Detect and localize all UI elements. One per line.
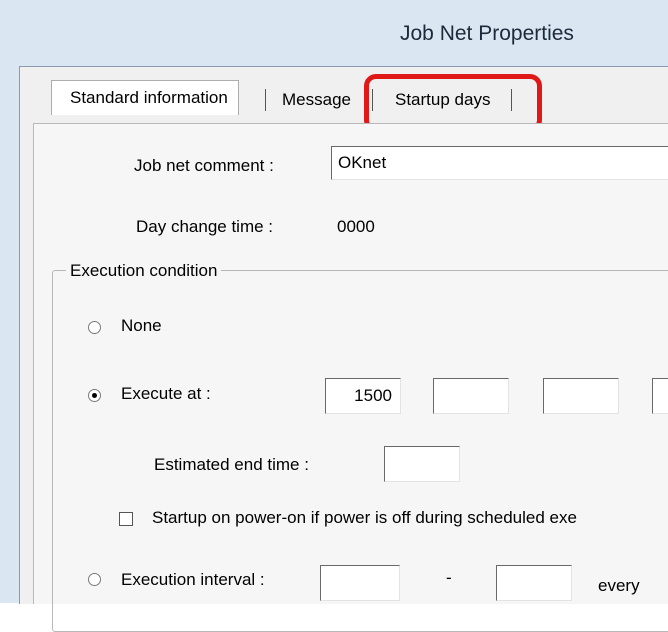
execution-interval-radio[interactable] (88, 573, 101, 586)
tab-standard-information-label: Standard information (70, 88, 228, 107)
day-change-time-label: Day change time : (136, 217, 274, 236)
estimated-end-time-input[interactable] (384, 446, 460, 482)
day-change-time-value: 0000 (337, 217, 375, 236)
job-net-comment-label: Job net comment : (134, 156, 274, 175)
window-frame: Job Net Properties Standard information … (0, 0, 668, 632)
tab-separator (265, 89, 266, 111)
tab-message[interactable]: Message (282, 87, 371, 113)
execution-interval-to-input[interactable] (496, 565, 572, 601)
every-label: every (598, 576, 640, 595)
tab-message-label: Message (282, 90, 351, 109)
tab-standard-information[interactable]: Standard information (51, 80, 239, 115)
estimated-end-time-label: Estimated end time : (154, 455, 309, 474)
startup-power-label: Startup on power-on if power is off duri… (152, 508, 577, 527)
none-label: None (121, 316, 162, 335)
execute-at-label: Execute at : (121, 384, 211, 403)
execution-interval-from-input[interactable] (320, 565, 400, 601)
execute-at-input-3[interactable] (543, 378, 619, 414)
tab-strip: Standard information Message Startup day… (20, 67, 668, 132)
execute-at-input-1[interactable] (325, 378, 401, 414)
execution-interval-label: Execution interval : (121, 570, 265, 589)
window-title: Job Net Properties (400, 22, 574, 45)
none-radio[interactable] (88, 321, 101, 334)
execute-at-input-4[interactable] (652, 378, 668, 414)
execution-condition-title: Execution condition (66, 261, 222, 281)
job-net-comment-input[interactable] (331, 146, 668, 180)
startup-power-checkbox[interactable] (119, 512, 133, 526)
execution-interval-dash: - (446, 568, 452, 587)
execute-at-input-2[interactable] (433, 378, 509, 414)
execute-at-radio[interactable] (88, 389, 101, 402)
